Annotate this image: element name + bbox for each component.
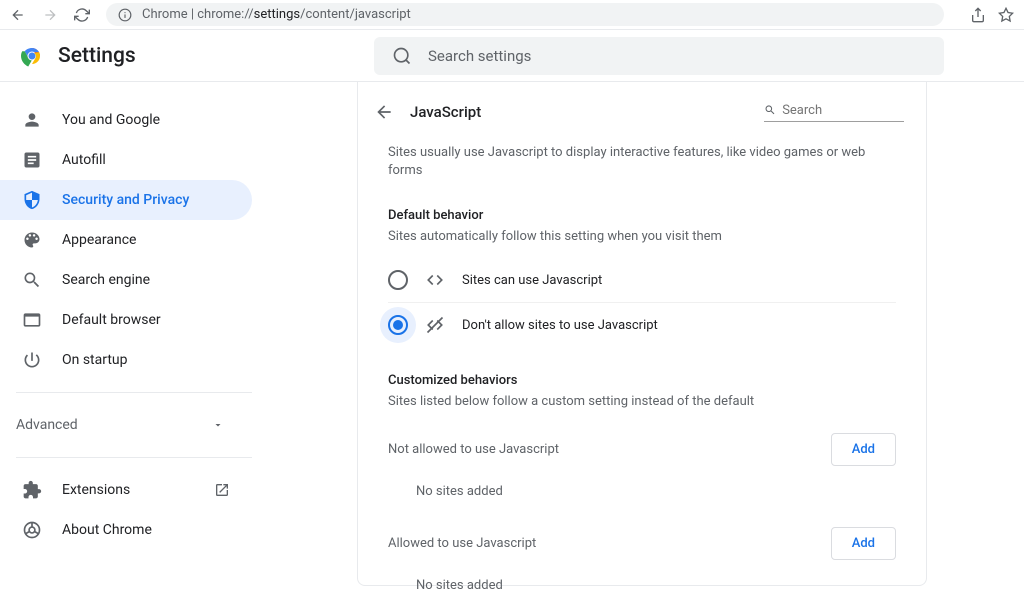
sidebar-item-on-startup[interactable]: On startup [0,340,252,380]
allowed-row: Allowed to use Javascript Add [388,517,896,570]
sidebar-item-search-engine[interactable]: Search engine [0,260,252,300]
not-allowed-label: Not allowed to use Javascript [388,442,559,457]
sidebar-item-appearance[interactable]: Appearance [0,220,252,260]
advanced-label: Advanced [16,417,78,433]
sidebar-item-autofill[interactable]: Autofill [0,140,252,180]
search-icon [22,270,42,290]
settings-title: Settings [58,44,136,68]
radio-checked-icon [388,315,408,335]
chrome-logo-icon [20,44,44,68]
radio-unchecked-icon [388,270,408,290]
bookmark-star-icon[interactable] [998,7,1014,23]
radio-allow-javascript[interactable]: Sites can use Javascript [388,258,896,303]
sidebar-divider [16,457,252,458]
palette-icon [22,230,42,250]
sidebar-about-chrome[interactable]: About Chrome [0,510,252,550]
open-external-icon [214,482,230,498]
page-title: JavaScript [410,103,481,121]
radio-block-javascript[interactable]: Don't allow sites to use Javascript [388,303,896,347]
back-button[interactable] [10,7,26,23]
about-chrome-label: About Chrome [62,522,152,538]
browser-toolbar: Chrome | chrome://settings/content/javas… [0,0,1024,30]
sidebar-item-default-browser[interactable]: Default browser [0,300,252,340]
code-icon [426,271,444,289]
default-behavior-title: Default behavior [388,202,896,229]
extensions-label: Extensions [62,482,130,498]
sidebar-divider [16,392,252,393]
power-icon [22,350,42,370]
sidebar-item-you-and-google[interactable]: You and Google [0,100,252,140]
sidebar-item-label: On startup [62,352,128,368]
sidebar-item-label: You and Google [62,112,160,128]
shield-icon [22,190,42,210]
person-icon [22,110,42,130]
settings-back-button[interactable] [368,96,400,128]
card-header: JavaScript [358,82,926,142]
sidebar-extensions[interactable]: Extensions [0,470,252,510]
radio-label: Don't allow sites to use Javascript [462,318,658,333]
sidebar-advanced[interactable]: Advanced [0,405,252,445]
settings-search[interactable]: Search settings [374,37,944,75]
add-not-allowed-button[interactable]: Add [831,433,896,466]
content-search[interactable] [764,103,904,122]
browser-icon [22,310,42,330]
add-allowed-button[interactable]: Add [831,527,896,560]
autofill-icon [22,150,42,170]
chevron-down-icon [212,419,224,431]
allowed-label: Allowed to use Javascript [388,536,536,551]
chrome-outline-icon [22,520,42,540]
not-allowed-row: Not allowed to use Javascript Add [388,423,896,476]
sidebar-item-label: Search engine [62,272,150,288]
search-icon [392,46,412,66]
content-search-input[interactable] [782,103,904,118]
customized-behaviors-title: Customized behaviors [388,367,896,394]
forward-button[interactable] [42,7,58,23]
site-info-icon [118,8,132,22]
code-off-icon [426,316,444,334]
settings-header: Settings Search settings [0,30,1024,82]
search-placeholder: Search settings [428,47,531,65]
customized-behaviors-sub: Sites listed below follow a custom setti… [388,394,896,423]
sidebar: You and Google Autofill Security and Pri… [0,82,260,586]
sidebar-item-label: Autofill [62,152,106,168]
extension-icon [22,480,42,500]
sidebar-item-label: Default browser [62,312,161,328]
share-icon[interactable] [970,7,986,23]
address-bar[interactable]: Chrome | chrome://settings/content/javas… [106,3,944,26]
radio-label: Sites can use Javascript [462,273,602,288]
search-icon [764,103,776,117]
sidebar-item-security-privacy[interactable]: Security and Privacy [0,180,252,220]
reload-button[interactable] [74,7,90,23]
default-behavior-sub: Sites automatically follow this setting … [388,229,896,258]
url-text: Chrome | chrome://settings/content/javas… [142,7,411,22]
allowed-empty: No sites added [388,570,896,611]
page-description: Sites usually use Javascript to display … [388,142,896,202]
settings-card: JavaScript Sites usually use Javascript … [357,82,927,586]
sidebar-item-label: Appearance [62,232,136,248]
not-allowed-empty: No sites added [388,476,896,517]
sidebar-item-label: Security and Privacy [62,192,189,208]
